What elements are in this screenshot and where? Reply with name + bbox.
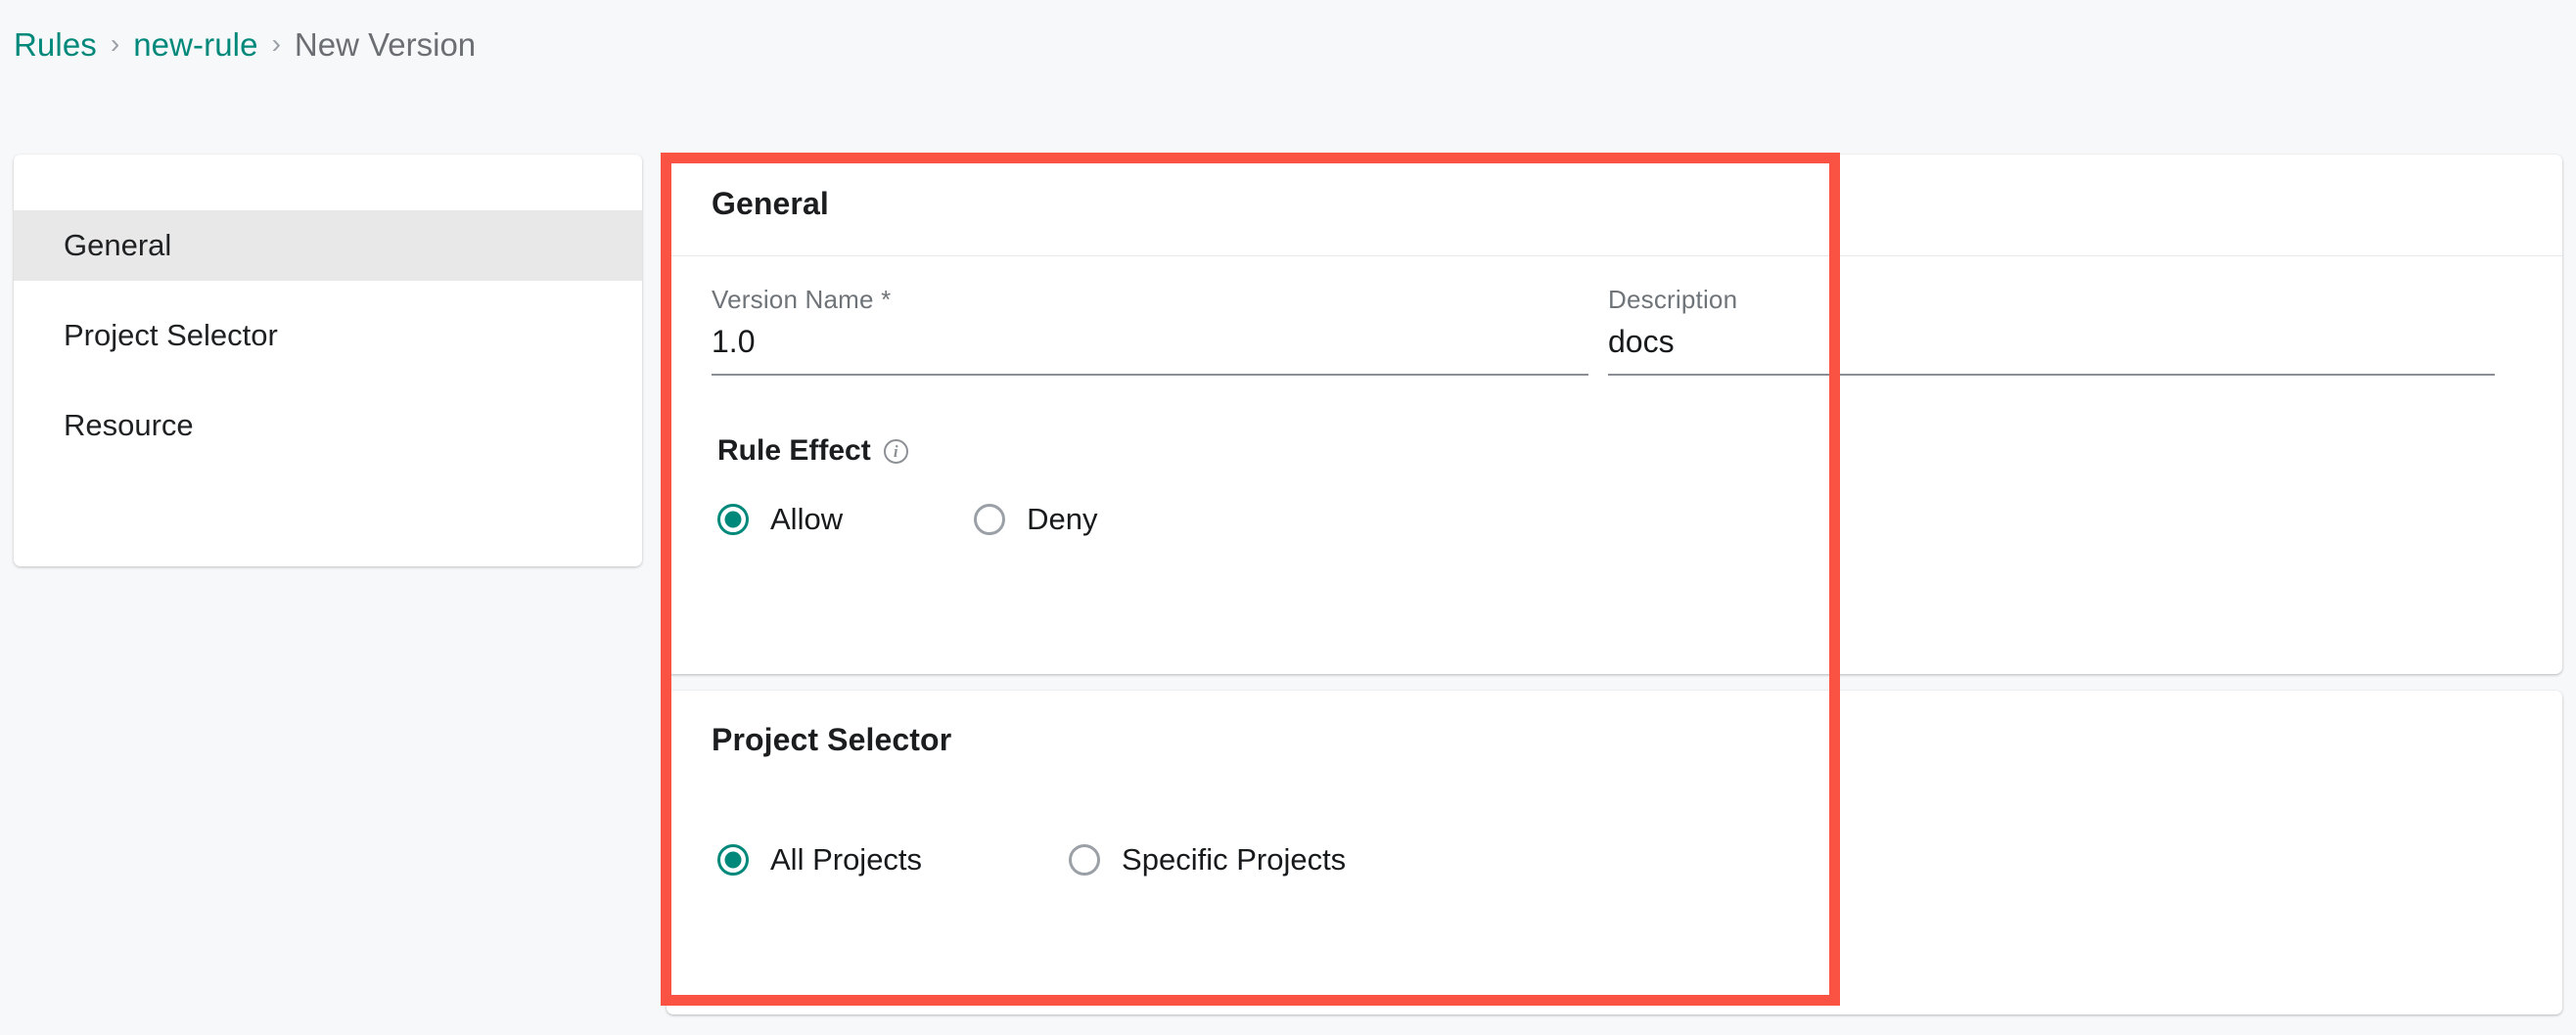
radio-option-deny[interactable]: Deny [974,502,1097,537]
sidebar-item-project-selector[interactable]: Project Selector [14,300,642,371]
general-card-title: General [712,186,829,221]
info-icon[interactable]: i [883,438,908,464]
radio-all-projects-label: All Projects [770,842,923,877]
general-form-row: Version Name * 1.0 Description docs [667,222,2562,376]
radio-specific-projects-indicator[interactable] [1069,844,1101,876]
rule-effect-subsection: Rule Effect i Allow Deny [667,376,2562,537]
breadcrumb-item-new-version: New Version [294,26,477,63]
project-selector-card-title: Project Selector [712,722,952,757]
description-underline [1608,374,2495,376]
version-name-underline [712,374,1588,376]
sidebar-item-label: Project Selector [64,318,278,352]
breadcrumb: Rules › new-rule › New Version [14,25,476,65]
card-header-divider [667,255,2562,256]
project-radio-row: All Projects Specific Projects [717,842,2562,878]
radio-deny-indicator[interactable] [974,504,1006,535]
radio-specific-projects-label: Specific Projects [1122,842,1347,877]
sidebar-item-label: Resource [64,408,194,442]
breadcrumb-item-new-rule[interactable]: new-rule [133,25,257,65]
general-card: General Version Name * 1.0 Description d… [667,155,2562,674]
project-selector-radio-group: All Projects Specific Projects [667,758,2562,878]
description-field: Description docs [1608,285,2495,376]
radio-option-allow[interactable]: Allow [717,502,843,537]
radio-allow-label: Allow [770,502,844,536]
version-name-label: Version Name * [712,285,892,314]
description-input[interactable]: docs [1608,321,2495,362]
section-nav-card: General Project Selector Resource [14,155,642,566]
main-content: General Version Name * 1.0 Description d… [667,155,2562,1014]
breadcrumb-separator-icon: › [110,28,120,59]
version-name-input[interactable]: 1.0 [712,321,1588,362]
radio-option-specific-projects[interactable]: Specific Projects [1069,842,1346,878]
sidebar-item-general[interactable]: General [14,210,642,281]
sidebar-item-resource[interactable]: Resource [14,390,642,461]
sidebar-item-label: General [64,228,172,262]
radio-deny-label: Deny [1027,502,1098,536]
rule-effect-radio-group: Allow Deny [717,502,2562,537]
breadcrumb-item-rules[interactable]: Rules [14,25,97,65]
description-label: Description [1608,285,1738,314]
version-name-field: Version Name * 1.0 [712,285,1588,376]
radio-all-projects-indicator[interactable] [717,844,749,876]
project-selector-card: Project Selector All Projects Specific P… [667,691,2562,1014]
radio-option-all-projects[interactable]: All Projects [717,842,922,878]
breadcrumb-separator-icon: › [271,28,281,59]
rule-effect-title-row: Rule Effect i [717,434,2562,468]
radio-allow-indicator[interactable] [717,504,749,535]
rule-effect-label: Rule Effect [717,434,871,467]
